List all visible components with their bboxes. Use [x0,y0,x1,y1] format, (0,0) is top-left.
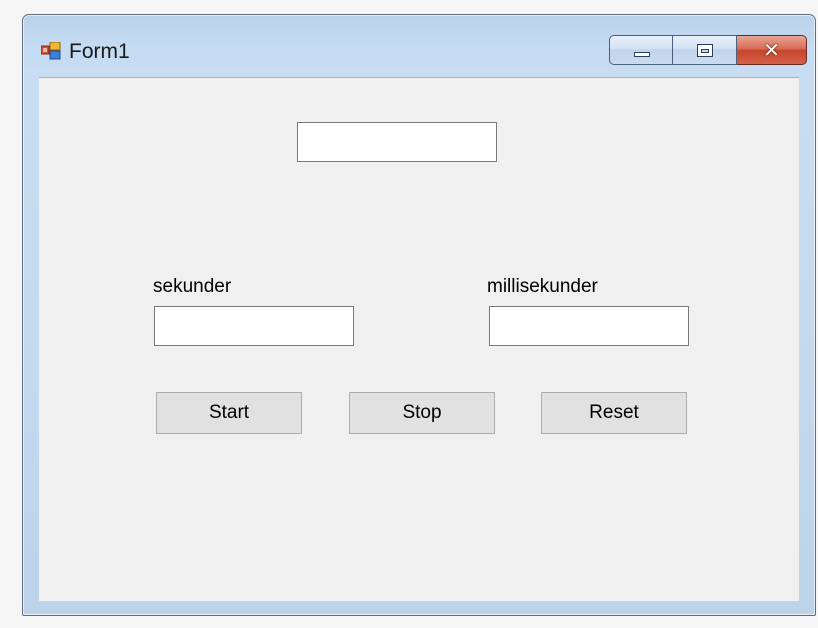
maximize-icon [697,44,713,57]
milliseconds-label: millisekunder [487,276,598,297]
start-button[interactable]: Start [156,392,302,434]
milliseconds-textbox[interactable] [489,306,689,346]
title-bar[interactable]: Form1 ✕ [23,15,815,77]
caption-buttons: ✕ [609,35,807,67]
stop-button[interactable]: Stop [349,392,495,434]
minimize-button[interactable] [609,35,673,65]
maximize-button[interactable] [673,35,737,65]
display-textbox[interactable] [297,122,497,162]
close-icon: ✕ [763,38,780,62]
app-icon[interactable] [40,41,61,60]
minimize-icon [634,52,650,57]
close-button[interactable]: ✕ [737,35,807,65]
form1-window: Form1 ✕ sekunder millisekunder Start Sto… [22,14,816,616]
seconds-label: sekunder [153,276,232,297]
client-area: sekunder millisekunder Start Stop Reset [39,77,799,601]
reset-button[interactable]: Reset [541,392,687,434]
window-title: Form1 [69,40,130,63]
seconds-textbox[interactable] [154,306,354,346]
